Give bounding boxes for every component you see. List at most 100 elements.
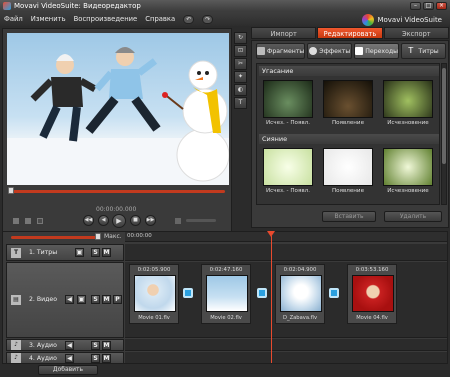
tab-export[interactable]: Экспорт (383, 27, 449, 39)
rewind-button[interactable]: ◀ (98, 215, 109, 226)
track-name: 4. Аудио (29, 355, 57, 362)
effects-icon (309, 47, 318, 55)
clip-thumbnail (352, 275, 394, 312)
menu-playback[interactable]: Воспроизведение (74, 15, 138, 23)
track-area-audio-4[interactable] (125, 352, 447, 364)
track-volume-icon[interactable]: ◀ (65, 341, 74, 350)
zoom-handle[interactable] (95, 233, 101, 240)
transition-marker-icon[interactable] (183, 288, 193, 298)
track-lock-icon[interactable]: ▣ (77, 295, 86, 304)
track-solo-button[interactable]: S (91, 248, 100, 257)
tab-effects[interactable]: Эффекты (307, 43, 353, 59)
edit-tool-strip: ↻ ⊡ ✂ ✦ ◐ T (234, 32, 248, 116)
clip-duration: 0:02:05.900 (137, 267, 171, 273)
insert-button[interactable]: Вставить (322, 211, 376, 222)
seek-bar[interactable] (11, 190, 225, 193)
tab-transitions[interactable]: Переходы (354, 43, 400, 59)
stop-button[interactable]: ■ (130, 215, 141, 226)
track-header-audio-4: ♪ 4. Аудио ◀ S M (6, 352, 124, 364)
volume-icon[interactable] (175, 218, 181, 224)
transition-tile[interactable]: Исчезновение (383, 80, 433, 126)
player-panel: 00:00:00.000 ◀◀ ◀ ▶ ■ ▶▶ (2, 28, 232, 232)
add-button[interactable]: Добавить (38, 365, 98, 375)
transition-label: Исчез. - Появл. (266, 188, 310, 194)
clip-name: D_Zabava.flv (282, 315, 318, 321)
video-clip[interactable]: 0:02:05.900 Movie 01.flv (129, 264, 179, 324)
transition-tile[interactable]: Исчезновение (383, 148, 433, 194)
transition-thumbnail (263, 148, 313, 186)
close-button[interactable]: × (436, 2, 447, 10)
play-button[interactable]: ▶ (112, 214, 126, 228)
crop-icon[interactable]: ⊡ (234, 45, 247, 57)
time-display: 00:00:00.000 (96, 206, 137, 213)
track-name: 1. Титры (29, 249, 58, 256)
track-mute-button[interactable]: M (102, 354, 111, 363)
menu-file[interactable]: Файл (4, 15, 23, 23)
track-volume-icon[interactable]: ◀ (65, 295, 74, 304)
effects-tool-icon[interactable]: ✦ (234, 71, 247, 83)
track-mute-button[interactable]: M (102, 295, 111, 304)
volume-slider[interactable] (186, 219, 216, 222)
previous-frame-button[interactable]: ◀◀ (83, 215, 94, 226)
track-lock-icon[interactable]: ▣ (75, 248, 84, 257)
track-header-audio-3: ♪ 3. Аудио ◀ S M (6, 339, 124, 351)
track-preview-button[interactable]: P (113, 295, 122, 304)
transition-marker-icon[interactable] (257, 288, 267, 298)
track-mute-button[interactable]: M (102, 341, 111, 350)
brand: Movavi VideoSuite (362, 14, 442, 26)
track-solo-button[interactable]: S (91, 341, 100, 350)
clip-thumbnail (134, 275, 176, 312)
track-volume-icon[interactable]: ◀ (65, 354, 74, 363)
track-header-video: ▤ 2. Видео ◀ ▣ S M P (6, 262, 124, 338)
clip-duration: 0:02:47.160 (209, 267, 243, 273)
color-icon[interactable]: ◐ (234, 84, 247, 96)
track-name: 2. Видео (29, 296, 58, 303)
transition-tile[interactable]: Появление (323, 148, 373, 194)
track-solo-button[interactable]: S (91, 295, 100, 304)
remove-button[interactable]: Удалить (384, 211, 442, 222)
split-icon[interactable]: ✂ (234, 58, 247, 70)
group-header: Сияние (259, 134, 439, 144)
transitions-list: Угасание Исчез. - Появл. Появление Исчез… (256, 63, 440, 205)
timeline-ruler[interactable]: 00:00:00 (125, 232, 447, 242)
video-preview (7, 33, 229, 185)
video-clip[interactable]: 0:02:47.160 Movie 02.flv (201, 264, 251, 324)
transitions-icon (355, 47, 364, 55)
transition-tile[interactable]: Исчез. - Появл. (263, 80, 313, 126)
menu-edit[interactable]: Изменить (31, 15, 66, 23)
playhead-line (271, 236, 272, 363)
transition-marker-icon[interactable] (329, 288, 339, 298)
rotate-icon[interactable]: ↻ (234, 32, 247, 44)
maximize-button[interactable]: □ (423, 2, 434, 10)
tab-edit[interactable]: Редактировать (317, 27, 383, 39)
track-area-video[interactable]: 0:02:05.900 Movie 01.flv 0:02:47.160 Mov… (125, 262, 447, 338)
transition-label: Исчезновение (387, 120, 429, 126)
track-area-audio-3[interactable] (125, 339, 447, 351)
menu-help[interactable]: Справка (145, 15, 175, 23)
transition-tile[interactable]: Появление (323, 80, 373, 126)
video-clip[interactable]: 0:02:04.900 D_Zabava.flv (275, 264, 325, 324)
transition-tile[interactable]: Исчез. - Появл. (263, 148, 313, 194)
next-frame-button[interactable]: ▶▶ (145, 215, 156, 226)
clear-marks-icon[interactable] (37, 218, 43, 224)
video-clip[interactable]: 0:03:53.160 Movie 04.flv (347, 264, 397, 324)
text-tool-icon[interactable]: T (234, 97, 247, 109)
track-header-titles: T 1. Титры ▣ S M (6, 244, 124, 261)
undo-button[interactable]: ↶ (183, 14, 195, 24)
track-solo-button[interactable]: S (91, 354, 100, 363)
minimize-button[interactable]: – (410, 2, 421, 10)
out-point-icon[interactable] (25, 218, 31, 224)
timeline-panel: Макс. 00:00:00 T 1. Титры ▣ S M ▤ 2. Вид… (2, 231, 448, 364)
tab-import[interactable]: Импорт (251, 27, 317, 39)
tab-fragments[interactable]: Фрагменты (256, 43, 306, 59)
track-area-titles[interactable] (125, 244, 447, 261)
seek-handle[interactable] (8, 187, 14, 194)
track-mute-button[interactable]: M (102, 248, 111, 257)
redo-button[interactable]: ↷ (202, 14, 214, 24)
zoom-slider[interactable] (11, 236, 101, 239)
list-scrollbar[interactable] (441, 63, 447, 205)
in-point-icon[interactable] (13, 218, 19, 224)
tab-titles[interactable]: T Титры (401, 43, 446, 59)
transition-thumbnail (323, 148, 373, 186)
scroll-thumb[interactable] (442, 68, 446, 164)
